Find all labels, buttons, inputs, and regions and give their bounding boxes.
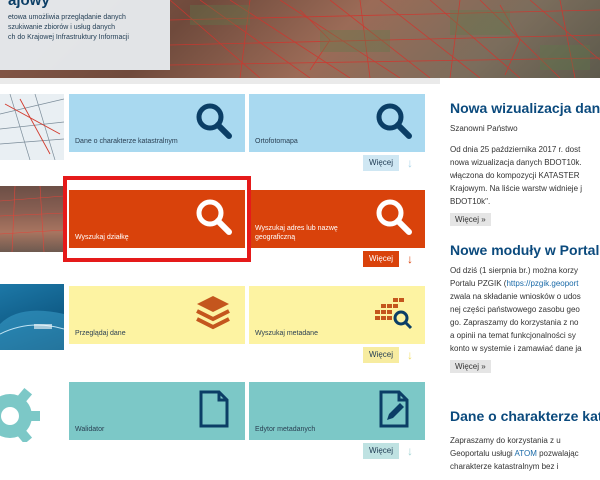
layers-icon — [196, 296, 230, 330]
tile-label: Ortofotomapa — [255, 138, 298, 145]
news-line: charakterze katastralnym bez i — [450, 462, 559, 471]
banner-line: etowa umożliwia przeglądanie danych — [8, 14, 126, 21]
more-row: Więcej ↓ — [363, 346, 417, 364]
news-more-button[interactable]: Więcej » — [450, 360, 491, 373]
news-line: Szanowni Państwo — [450, 124, 518, 133]
news-column: Nowa wizualizacja danych Szanowni Państw… — [440, 90, 600, 480]
arrow-down-icon[interactable]: ↓ — [403, 443, 417, 459]
tile-label: Dane o charakterze katastralnym — [75, 138, 178, 145]
aerial-image — [0, 186, 64, 252]
news-line: włączona do kompozycji KATASTER — [450, 171, 580, 180]
arrow-down-icon[interactable]: ↓ — [403, 347, 417, 363]
tile-browse-data[interactable]: Przeglądaj dane — [69, 286, 245, 344]
search-icon — [376, 103, 412, 139]
news-line: Portalu PZGIK (https://pzgik.geoport — [450, 279, 579, 288]
news-line: Zapraszamy do korzystania z u — [450, 436, 561, 445]
map-thumbnail[interactable] — [0, 94, 64, 160]
news-line: go. Zapraszamy do korzystania z no — [450, 318, 579, 327]
blue-wave-image — [0, 310, 64, 350]
page: ajowy etowa umożliwia przeglądanie danyc… — [0, 0, 600, 480]
more-button[interactable]: Więcej — [363, 155, 400, 171]
gear-thumbnail[interactable] — [0, 376, 64, 442]
grid-search-icon — [375, 298, 413, 330]
tile-label: Walidator — [75, 426, 105, 433]
news-line: Geoportalu usługi ATOM pozwalając — [450, 449, 579, 458]
news-title[interactable]: Nowa wizualizacja danych — [450, 100, 600, 116]
banner-title: ajowy — [8, 0, 50, 9]
tile-label: Edytor metadanych — [255, 426, 316, 433]
banner-line: ch do Krajowej Infrastruktury Informacji — [8, 34, 129, 41]
arrow-down-icon[interactable]: ↓ — [403, 251, 417, 267]
news-line: zwala na składanie wniosków o udos — [450, 292, 581, 301]
news-item: Nowe moduły w Portalu Od dziś (1 sierpni… — [450, 242, 600, 374]
news-line: konto w systemie i zamawiać dane ja — [450, 344, 582, 353]
more-button[interactable]: Więcej — [363, 443, 400, 459]
atom-link[interactable]: ATOM — [515, 449, 537, 458]
more-row: Więcej ↓ — [363, 154, 417, 172]
edit-document-icon — [379, 390, 409, 428]
news-title[interactable]: Dane o charakterze katas — [450, 408, 600, 424]
news-line: a opinii na temat funkcjonalności sy — [450, 331, 576, 340]
map-lines-image — [0, 94, 64, 160]
banner-line: szukiwanie zbiorów i usług danych — [8, 24, 115, 31]
more-button[interactable]: Więcej — [363, 251, 400, 267]
news-item: Nowa wizualizacja danych Szanowni Państw… — [450, 100, 600, 227]
pzgik-link[interactable]: https://pzgik.geoport — [506, 279, 578, 288]
selection-highlight — [63, 176, 251, 262]
gear-icon — [0, 387, 40, 442]
tile-search-metadata[interactable]: Wyszukaj metadane — [249, 286, 425, 344]
tile-label: Wyszukaj metadane — [255, 330, 318, 337]
aerial-thumbnail[interactable] — [0, 186, 64, 252]
news-line: Krajowym. Na liście warstw widnieje j — [450, 184, 583, 193]
more-button[interactable]: Więcej — [363, 347, 400, 363]
news-line — [450, 135, 600, 143]
news-item: Dane o charakterze katas Zapraszamy do k… — [450, 408, 600, 473]
header-banner: ajowy etowa umożliwia przeglądanie danyc… — [0, 0, 600, 78]
more-row: Więcej ↓ — [363, 250, 417, 268]
news-line: Od dziś (1 sierpnia br.) można korzy — [450, 266, 579, 275]
banner-divider — [0, 78, 440, 84]
tile-label: Wyszukaj adres lub nazwę geograficzną — [255, 225, 338, 241]
news-body: Zapraszamy do korzystania z u Geoportalu… — [450, 434, 600, 473]
tile-cadastral-data[interactable]: Dane o charakterze katastralnym — [69, 94, 245, 152]
banner-description: etowa umożliwia przeglądanie danych szuk… — [8, 13, 162, 43]
tile-validator[interactable]: Walidator — [69, 382, 245, 440]
tile-metadata-editor[interactable]: Edytor metadanych — [249, 382, 425, 440]
document-icon — [199, 390, 229, 428]
search-icon — [376, 199, 412, 235]
banner-info-panel: ajowy etowa umożliwia przeglądanie danyc… — [0, 0, 170, 70]
news-body: Szanowni Państwo Od dnia 25 października… — [450, 122, 600, 208]
more-row: Więcej ↓ — [363, 442, 417, 460]
tile-label: Przeglądaj dane — [75, 330, 126, 337]
data-thumbnail[interactable] — [0, 284, 64, 350]
news-line: nej części państwowego zasobu geo — [450, 305, 580, 314]
news-line: BDOT10k". — [450, 197, 491, 206]
arrow-down-icon[interactable]: ↓ — [403, 155, 417, 171]
news-line: Od dnia 25 października 2017 r. dost — [450, 145, 581, 154]
news-more-button[interactable]: Więcej » — [450, 213, 491, 226]
tile-orthophoto[interactable]: Ortofotomapa — [249, 94, 425, 152]
news-body: Od dziś (1 sierpnia br.) można korzy Por… — [450, 264, 600, 355]
news-title[interactable]: Nowe moduły w Portalu — [450, 242, 600, 258]
news-line: nowa wizualizacja danych BDOT10k. — [450, 158, 582, 167]
search-icon — [196, 103, 232, 139]
tile-search-address[interactable]: Wyszukaj adres lub nazwę geograficzną — [249, 190, 425, 248]
